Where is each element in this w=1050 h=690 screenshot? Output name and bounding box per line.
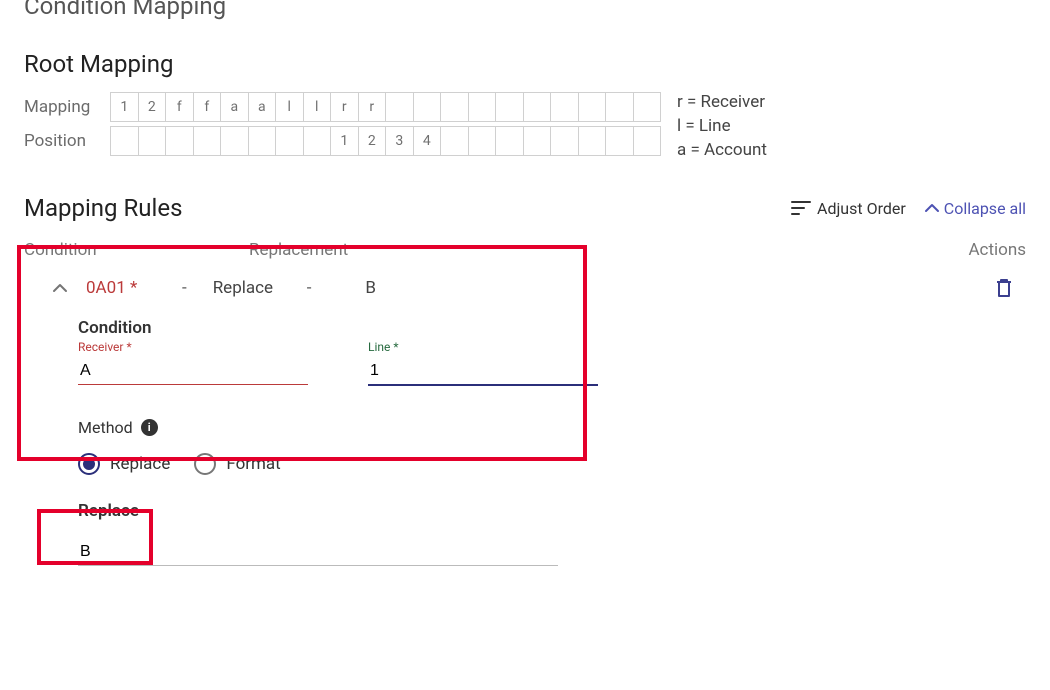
separator: - xyxy=(182,278,187,298)
grid-cell[interactable]: 1 xyxy=(110,92,139,122)
grid-cell[interactable] xyxy=(248,126,277,156)
chevron-up-icon xyxy=(924,201,940,215)
grid-cell[interactable]: r xyxy=(358,92,387,122)
grid-cell[interactable] xyxy=(165,126,194,156)
grid-cell[interactable]: a xyxy=(248,92,277,122)
method-replace-radio[interactable]: Replace xyxy=(78,453,170,475)
root-mapping-title: Root Mapping xyxy=(24,50,1026,78)
grid-cell[interactable] xyxy=(495,126,524,156)
partial-header: Condition Mapping xyxy=(24,0,1026,26)
grid-cell[interactable] xyxy=(468,92,497,122)
mapping-cells: 12ffaallrr xyxy=(110,92,661,122)
grid-cell[interactable] xyxy=(633,92,662,122)
grid-cell[interactable]: l xyxy=(303,92,332,122)
method-replace-label: Replace xyxy=(110,454,170,474)
legend-a: a = Account xyxy=(677,140,767,160)
grid-cell[interactable] xyxy=(550,92,579,122)
legend: r = Receiver l = Line a = Account xyxy=(677,92,767,164)
expand-toggle[interactable] xyxy=(52,281,68,295)
grid-cell[interactable] xyxy=(440,92,469,122)
rule-value: B xyxy=(365,278,376,298)
grid-cell[interactable] xyxy=(605,92,634,122)
grid-cell[interactable] xyxy=(578,126,607,156)
separator: - xyxy=(307,278,312,298)
line-label: Line * xyxy=(368,340,598,354)
grid-cell[interactable] xyxy=(303,126,332,156)
grid-cell[interactable]: l xyxy=(275,92,304,122)
rule-condition-code: 0A01 * xyxy=(86,278,156,298)
grid-cell[interactable] xyxy=(275,126,304,156)
adjust-order-button[interactable]: Adjust Order xyxy=(791,199,906,218)
grid-cell[interactable] xyxy=(550,126,579,156)
grid-cell[interactable]: r xyxy=(330,92,359,122)
grid-cell[interactable] xyxy=(385,92,414,122)
collapse-all-button[interactable]: Collapse all xyxy=(924,199,1026,218)
grid-cell[interactable]: f xyxy=(193,92,222,122)
grid-cell[interactable]: 4 xyxy=(413,126,442,156)
position-label: Position xyxy=(24,131,110,151)
method-format-radio[interactable]: Format xyxy=(194,453,280,475)
sort-icon xyxy=(791,199,811,217)
grid-cell[interactable] xyxy=(578,92,607,122)
trash-icon xyxy=(995,278,1013,298)
grid-cell[interactable]: 2 xyxy=(358,126,387,156)
grid-cell[interactable] xyxy=(138,126,167,156)
grid-cell[interactable] xyxy=(413,92,442,122)
grid-cell[interactable]: a xyxy=(220,92,249,122)
rule-method: Replace xyxy=(213,278,281,298)
method-label: Method xyxy=(78,418,133,437)
receiver-label: Receiver * xyxy=(78,340,308,354)
collapse-all-label: Collapse all xyxy=(944,199,1026,218)
adjust-order-label: Adjust Order xyxy=(817,199,906,218)
grid-cell[interactable] xyxy=(523,92,552,122)
grid-cell[interactable] xyxy=(605,126,634,156)
method-format-label: Format xyxy=(226,454,280,474)
col-replacement: Replacement xyxy=(249,240,936,260)
col-actions: Actions xyxy=(936,240,1026,260)
grid-cell[interactable] xyxy=(440,126,469,156)
grid-cell[interactable] xyxy=(523,126,552,156)
grid-cell[interactable]: f xyxy=(165,92,194,122)
replace-title: Replace xyxy=(78,501,1026,521)
receiver-input[interactable] xyxy=(78,358,308,385)
mapping-label: Mapping xyxy=(24,97,110,117)
grid-cell[interactable]: 1 xyxy=(330,126,359,156)
col-condition: Condition xyxy=(24,240,249,260)
grid-cell[interactable]: 2 xyxy=(138,92,167,122)
delete-rule-button[interactable] xyxy=(992,276,1016,300)
grid-cell[interactable] xyxy=(110,126,139,156)
grid-cell[interactable] xyxy=(468,126,497,156)
condition-editor-title: Condition xyxy=(78,318,1026,338)
grid-cell[interactable] xyxy=(193,126,222,156)
grid-cell[interactable] xyxy=(633,126,662,156)
line-input[interactable] xyxy=(368,358,598,386)
chevron-up-icon xyxy=(52,281,68,295)
legend-r: r = Receiver xyxy=(677,92,767,112)
replace-input[interactable] xyxy=(78,539,558,566)
grid-cell[interactable] xyxy=(495,92,524,122)
grid-cell[interactable]: 3 xyxy=(385,126,414,156)
grid-cell[interactable] xyxy=(220,126,249,156)
legend-l: l = Line xyxy=(677,116,767,136)
rule-row: 0A01 * - Replace - B xyxy=(24,260,1026,310)
position-cells: 1234 xyxy=(110,126,661,156)
info-icon[interactable]: i xyxy=(141,419,158,436)
mapping-rules-title: Mapping Rules xyxy=(24,194,182,222)
